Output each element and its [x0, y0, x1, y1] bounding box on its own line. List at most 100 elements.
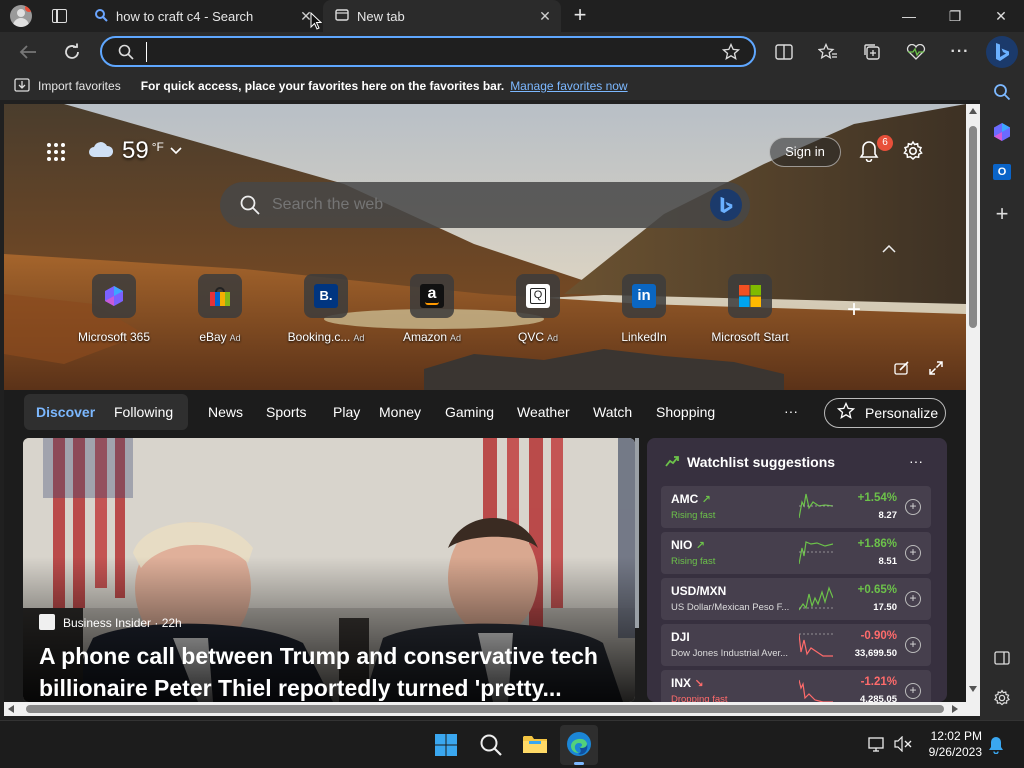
- weather-widget[interactable]: 59 °F: [88, 136, 182, 166]
- collections-icon[interactable]: [858, 38, 886, 66]
- minimize-button[interactable]: —: [886, 0, 932, 32]
- tab-following[interactable]: Following: [114, 404, 173, 420]
- stock-subtitle: US Dollar/Mexican Peso F...: [671, 602, 790, 613]
- tab-shopping[interactable]: Shopping: [656, 404, 715, 420]
- clock-date[interactable]: 9/26/2023: [914, 745, 982, 759]
- scroll-left-arrow-icon[interactable]: [8, 705, 14, 713]
- quick-link-ebay[interactable]: eBay Ad: [170, 274, 270, 344]
- apps-launcher-icon[interactable]: [46, 142, 66, 162]
- bing-copilot-icon[interactable]: [986, 36, 1018, 68]
- weather-temperature: 59: [122, 137, 149, 164]
- restore-button[interactable]: ❐: [932, 0, 978, 32]
- add-to-watchlist-button[interactable]: +: [905, 637, 921, 653]
- tab-actions-icon[interactable]: [52, 9, 67, 23]
- network-icon[interactable]: [868, 736, 886, 757]
- article-headline[interactable]: A phone call between Trump and conservat…: [39, 640, 619, 702]
- refresh-button[interactable]: [58, 38, 86, 66]
- stock-price: 4,285.05: [860, 694, 897, 702]
- collapse-chevron-up-icon[interactable]: [882, 240, 896, 258]
- address-input[interactable]: [146, 42, 706, 62]
- scroll-right-arrow-icon[interactable]: [952, 705, 958, 713]
- browser-essentials-icon[interactable]: [902, 38, 930, 66]
- settings-more-icon[interactable]: ···: [946, 38, 974, 66]
- news-article-card[interactable]: Business Insider · 22h A phone call betw…: [23, 438, 635, 702]
- customize-background-icon[interactable]: [894, 360, 910, 381]
- tab-discover[interactable]: Discover: [36, 404, 95, 420]
- tab-search[interactable]: how to craft c4 - Search ✕: [82, 0, 322, 32]
- tab-sports[interactable]: Sports: [266, 404, 306, 420]
- favorite-star-icon[interactable]: [721, 42, 741, 66]
- add-to-watchlist-button[interactable]: +: [905, 683, 921, 699]
- quick-link-label: eBay: [199, 330, 227, 344]
- import-favorites-link[interactable]: Import favorites: [38, 79, 121, 93]
- vertical-scroll-thumb[interactable]: [969, 126, 977, 328]
- scroll-up-arrow-icon[interactable]: [969, 108, 977, 114]
- notification-center-bell-icon[interactable]: [988, 736, 1004, 759]
- quick-link-amazon[interactable]: a Amazon Ad: [382, 274, 482, 344]
- add-to-watchlist-button[interactable]: +: [905, 591, 921, 607]
- vertical-scrollbar[interactable]: [966, 104, 980, 702]
- new-tab-button[interactable]: +: [568, 3, 592, 27]
- tab-money[interactable]: Money: [379, 404, 421, 420]
- web-search-input[interactable]: [272, 194, 672, 216]
- add-to-watchlist-button[interactable]: +: [905, 545, 921, 561]
- manage-favorites-link[interactable]: Manage favorites now: [510, 79, 627, 93]
- import-favorites-icon[interactable]: [14, 77, 30, 95]
- watchlist-title: Watchlist suggestions: [687, 454, 836, 470]
- trending-arrow-icon: [665, 454, 679, 472]
- quick-link-qvc[interactable]: Q QVC Ad: [488, 274, 588, 344]
- tab-new-tab[interactable]: New tab ✕: [323, 0, 561, 32]
- file-explorer-icon[interactable]: [522, 733, 548, 760]
- personalize-button[interactable]: Personalize: [824, 398, 946, 428]
- watchlist-item-amc[interactable]: AMC ↗ Rising fast +1.54% 8.27 +: [661, 486, 931, 528]
- quick-link-microsoft-start[interactable]: Microsoft Start: [700, 274, 800, 344]
- split-screen-icon[interactable]: [770, 38, 798, 66]
- volume-muted-icon[interactable]: [894, 735, 912, 757]
- stock-symbol: USD/MXN: [671, 584, 727, 598]
- hide-sidebar-icon[interactable]: [988, 644, 1016, 672]
- page-settings-gear-icon[interactable]: [902, 140, 924, 167]
- favorites-icon[interactable]: [814, 38, 842, 66]
- watchlist-item-usd-mxn[interactable]: USD/MXN US Dollar/Mexican Peso F... +0.6…: [661, 578, 931, 620]
- tab-play[interactable]: Play: [333, 404, 360, 420]
- add-quick-link-button[interactable]: +: [842, 298, 866, 322]
- tab-watch[interactable]: Watch: [593, 404, 632, 420]
- back-button[interactable]: [14, 38, 42, 66]
- quick-link-label: LinkedIn: [621, 330, 667, 344]
- quick-link-booking[interactable]: B. Booking.c... Ad: [276, 274, 376, 344]
- sidebar-copilot-icon[interactable]: [988, 118, 1016, 146]
- bing-icon[interactable]: [710, 189, 742, 221]
- quick-link-linkedin[interactable]: in LinkedIn: [594, 274, 694, 344]
- address-bar[interactable]: [100, 36, 756, 67]
- article-scroll-edge: [635, 438, 639, 628]
- sidebar-settings-gear-icon[interactable]: [988, 684, 1016, 712]
- sign-in-button[interactable]: Sign in: [769, 137, 841, 167]
- edge-taskbar-button[interactable]: [560, 725, 598, 765]
- close-tab-icon[interactable]: ✕: [537, 8, 553, 24]
- scroll-down-arrow-icon[interactable]: [969, 686, 977, 692]
- more-tabs-button[interactable]: ···: [784, 403, 798, 419]
- watchlist-item-dji[interactable]: DJI Dow Jones Industrial Aver... -0.90% …: [661, 624, 931, 666]
- stock-change: +1.86%: [857, 538, 897, 550]
- tab-gaming[interactable]: Gaming: [445, 404, 494, 420]
- sparkline: [799, 586, 833, 611]
- sidebar-add-icon[interactable]: +: [988, 200, 1016, 228]
- start-button-windows-icon[interactable]: [434, 733, 458, 762]
- taskbar-search-icon[interactable]: [479, 733, 503, 762]
- quick-link-microsoft-365[interactable]: Microsoft 365: [64, 274, 164, 344]
- tab-news[interactable]: News: [208, 404, 243, 420]
- web-search-box[interactable]: [220, 182, 750, 228]
- tab-weather[interactable]: Weather: [517, 404, 570, 420]
- profile-avatar[interactable]: [10, 5, 32, 27]
- sidebar-search-icon[interactable]: [988, 78, 1016, 106]
- horizontal-scroll-thumb[interactable]: [26, 705, 944, 713]
- watchlist-item-nio[interactable]: NIO ↗ Rising fast +1.86% 8.51 +: [661, 532, 931, 574]
- add-to-watchlist-button[interactable]: +: [905, 499, 921, 515]
- expand-icon[interactable]: [928, 360, 944, 381]
- watchlist-item-inx[interactable]: INX ↘ Dropping fast -1.21% 4,285.05 +: [661, 670, 931, 702]
- close-window-button[interactable]: ✕: [978, 0, 1024, 32]
- horizontal-scrollbar[interactable]: [4, 702, 966, 716]
- sidebar-outlook-icon[interactable]: O: [988, 158, 1016, 186]
- clock-time[interactable]: 12:02 PM: [920, 729, 982, 743]
- watchlist-more-button[interactable]: ···: [909, 453, 923, 469]
